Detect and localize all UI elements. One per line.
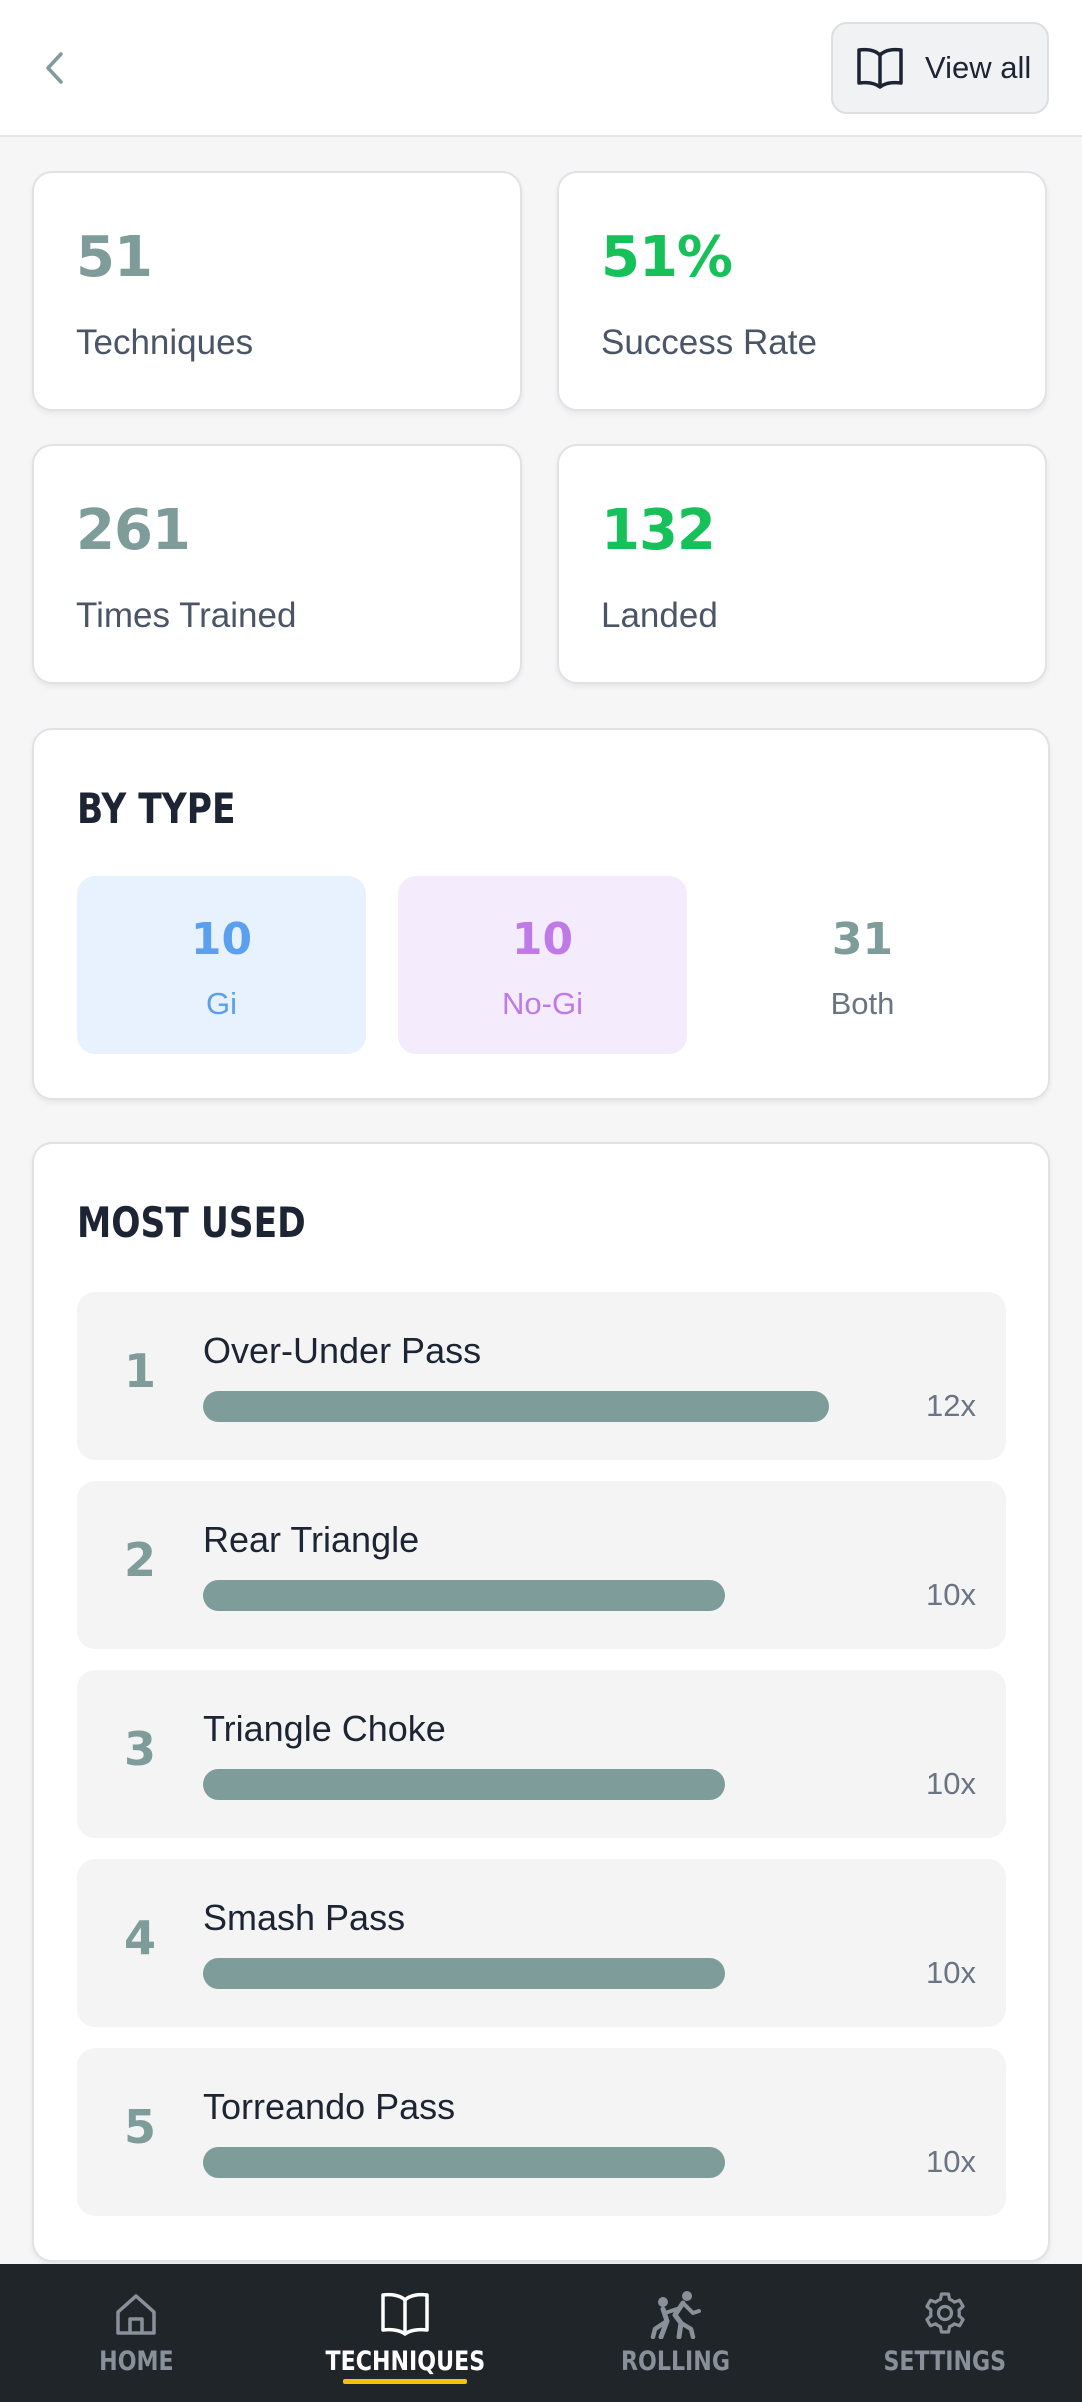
open-book-icon [855, 45, 905, 91]
nav-label: TECHNIQUES [325, 2346, 485, 2377]
bottom-nav: HOME TECHNIQUES ROLLING SETTINGS [0, 2264, 1082, 2402]
usage-count: 12x [926, 1388, 976, 1423]
stat-value: 51% [601, 225, 733, 290]
usage-bar [203, 1958, 923, 1989]
usage-bar [203, 1580, 923, 1611]
nav-item-home[interactable]: HOME [72, 2264, 200, 2402]
rank-number: 5 [123, 2100, 156, 2154]
view-all-button[interactable]: View all [831, 22, 1049, 114]
usage-bar [203, 1391, 923, 1422]
section-title: BY TYPE [77, 784, 236, 833]
most-used-section: MOST USED 1 Over-Under Pass 12x 2 Rear T… [32, 1142, 1050, 2262]
technique-name: Rear Triangle [203, 1519, 420, 1560]
type-count: 10 [511, 914, 574, 965]
type-count: 10 [190, 914, 253, 965]
nav-item-rolling[interactable]: ROLLING [610, 2264, 740, 2402]
stat-value: 51 [76, 225, 153, 290]
stat-card-success-rate: 51% Success Rate [557, 171, 1047, 411]
type-box-nogi[interactable]: 10 No-Gi [398, 876, 687, 1054]
view-all-label: View all [925, 50, 1032, 85]
back-button[interactable] [30, 40, 80, 96]
list-item[interactable]: 2 Rear Triangle 10x [77, 1481, 1006, 1649]
nav-label: HOME [98, 2346, 174, 2377]
usage-count: 10x [926, 1766, 976, 1801]
stat-value: 132 [601, 498, 716, 563]
rank-number: 3 [123, 1722, 156, 1776]
nav-item-techniques[interactable]: TECHNIQUES [325, 2264, 485, 2402]
nav-label: ROLLING [620, 2346, 730, 2377]
rank-number: 4 [123, 1911, 156, 1965]
stat-card-landed: 132 Landed [557, 444, 1047, 684]
type-label: No-Gi [502, 986, 583, 1021]
usage-count: 10x [926, 1577, 976, 1612]
book-icon [377, 2288, 433, 2340]
stat-value: 261 [76, 498, 191, 563]
section-title: MOST USED [77, 1198, 306, 1247]
technique-name: Over-Under Pass [203, 1330, 482, 1371]
usage-bar-fill [203, 1580, 725, 1611]
grappling-icon [647, 2288, 703, 2340]
nav-item-settings[interactable]: SETTINGS [880, 2264, 1010, 2402]
stat-label: Success Rate [601, 323, 817, 362]
technique-name: Torreando Pass [203, 2086, 456, 2127]
rank-number: 1 [123, 1344, 156, 1398]
usage-bar [203, 2147, 923, 2178]
usage-bar-fill [203, 1391, 829, 1422]
stat-card-times-trained: 261 Times Trained [32, 444, 522, 684]
nav-label: SETTINGS [883, 2346, 1007, 2377]
technique-name: Triangle Choke [203, 1708, 446, 1749]
stat-label: Times Trained [76, 596, 297, 635]
type-box-gi[interactable]: 10 Gi [77, 876, 366, 1054]
usage-count: 10x [926, 2144, 976, 2179]
type-label: Gi [206, 986, 237, 1021]
usage-bar-fill [203, 1769, 725, 1800]
header: View all [0, 0, 1082, 137]
list-item[interactable]: 4 Smash Pass 10x [77, 1859, 1006, 2027]
chevron-left-icon [46, 52, 63, 84]
home-icon [108, 2288, 164, 2340]
stat-label: Techniques [76, 323, 254, 362]
usage-count: 10x [926, 1955, 976, 1990]
usage-bar [203, 1769, 923, 1800]
usage-bar-fill [203, 1958, 725, 1989]
active-tab-indicator [343, 2379, 467, 2384]
type-count: 31 [831, 914, 894, 965]
gear-icon [917, 2288, 973, 2340]
type-label: Both [830, 986, 895, 1021]
list-item[interactable]: 1 Over-Under Pass 12x [77, 1292, 1006, 1460]
list-item[interactable]: 3 Triangle Choke 10x [77, 1670, 1006, 1838]
stat-label: Landed [601, 596, 718, 635]
rank-number: 2 [123, 1533, 156, 1587]
app-screen: View all 51 Techniques 51% Success Rate … [0, 0, 1082, 2402]
by-type-section: BY TYPE 10 Gi 10 No-Gi 31 Both [32, 728, 1050, 1100]
list-item[interactable]: 5 Torreando Pass 10x [77, 2048, 1006, 2216]
stat-card-techniques: 51 Techniques [32, 171, 522, 411]
type-box-both[interactable]: 31 Both [718, 876, 1007, 1054]
technique-name: Smash Pass [203, 1897, 406, 1938]
usage-bar-fill [203, 2147, 725, 2178]
